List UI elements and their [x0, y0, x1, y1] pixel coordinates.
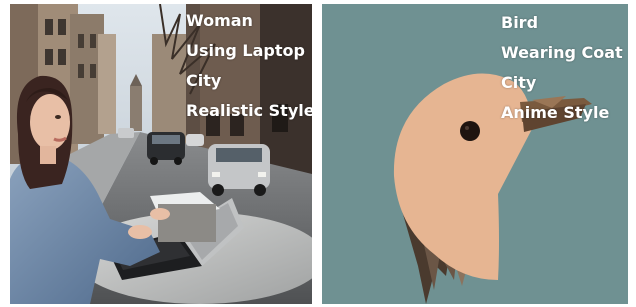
right-image-panel: Bird Wearing Coat City Anime Style: [322, 4, 628, 304]
caption-word: City: [186, 71, 222, 90]
silver-car: [208, 144, 270, 196]
face: [30, 94, 70, 150]
caption-word: Using Laptop: [186, 41, 305, 60]
left-caption: Woman Using Laptop City Realistic Style: [186, 6, 312, 126]
left-image-panel: Woman Using Laptop City Realistic Style: [10, 4, 312, 304]
right-caption: Bird Wearing Coat City Anime Style: [501, 8, 623, 128]
caption-word: Realistic Style: [186, 101, 312, 120]
bird-eye: [460, 121, 480, 141]
hand: [128, 225, 152, 239]
distant-tower: [130, 86, 142, 131]
caption-word: Woman: [186, 11, 253, 30]
caption-word: City: [501, 73, 537, 92]
caption-word: Bird: [501, 13, 539, 32]
caption-word: Anime Style: [501, 103, 610, 122]
caption-word: Wearing Coat: [501, 43, 623, 62]
